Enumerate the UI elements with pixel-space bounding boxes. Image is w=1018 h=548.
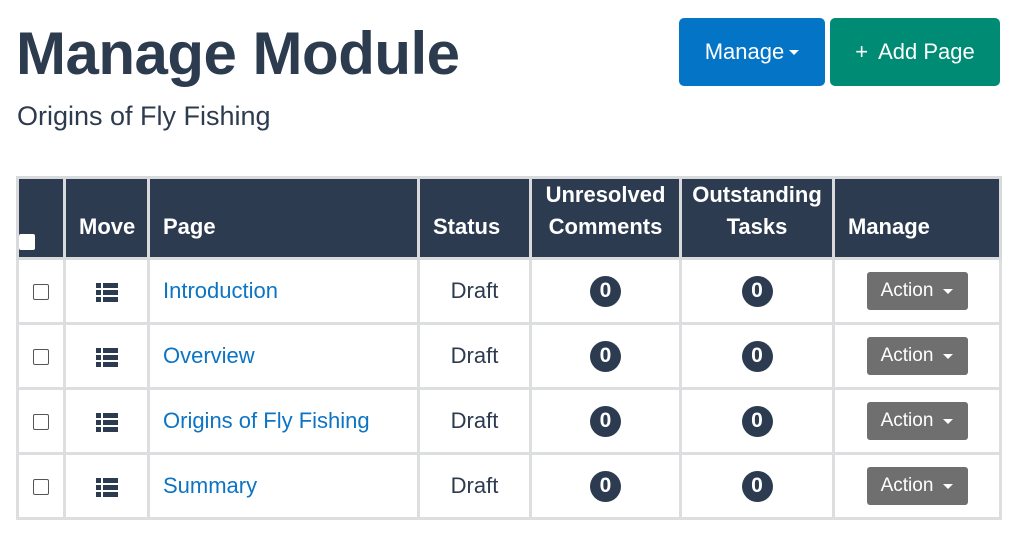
column-header-move: Move xyxy=(63,176,150,260)
move-handle[interactable] xyxy=(63,322,150,390)
manage-cell: Action xyxy=(832,452,1002,520)
add-page-label: Add Page xyxy=(878,39,975,64)
row-checkbox[interactable] xyxy=(33,284,49,301)
manage-cell: Action xyxy=(832,322,1002,390)
page-link[interactable]: Overview xyxy=(163,343,255,368)
page-cell: Origins of Fly Fishing xyxy=(147,387,420,455)
header-line: Tasks xyxy=(726,214,788,239)
unresolved-comments-cell: 0 xyxy=(529,452,682,520)
table-row: Introduction Draft 0 0 Action xyxy=(16,257,1002,325)
page-cell: Introduction xyxy=(147,257,420,325)
outstanding-tasks-badge: 0 xyxy=(741,275,773,307)
move-handle[interactable] xyxy=(63,452,150,520)
page-cell: Overview xyxy=(147,322,420,390)
outstanding-tasks-badge: 0 xyxy=(741,470,773,502)
unresolved-comments-cell: 0 xyxy=(529,387,682,455)
page-title: Manage Module xyxy=(16,20,460,87)
status-cell: Draft xyxy=(417,322,532,390)
list-icon xyxy=(95,347,118,367)
unresolved-comments-badge: 0 xyxy=(590,405,621,437)
add-page-button[interactable]: + Add Page xyxy=(830,18,1000,86)
module-subtitle: Origins of Fly Fishing xyxy=(17,101,271,131)
action-label: Action xyxy=(880,345,934,366)
outstanding-tasks-cell: 0 xyxy=(679,257,835,325)
page-link[interactable]: Summary xyxy=(163,473,257,498)
table-row: Origins of Fly Fishing Draft 0 0 Action xyxy=(16,387,1002,455)
unresolved-comments-badge: 0 xyxy=(590,340,621,372)
manage-module-page: Manage Module Origins of Fly Fishing Man… xyxy=(0,0,1018,548)
list-icon xyxy=(95,477,118,497)
table-header-row: Move Page Status Unresolved Comments Out… xyxy=(16,176,1002,260)
action-label: Action xyxy=(880,410,934,431)
select-all-checkbox[interactable] xyxy=(19,234,35,251)
action-label: Action xyxy=(880,475,934,496)
page-link[interactable]: Introduction xyxy=(163,278,278,303)
action-dropdown-button[interactable]: Action xyxy=(866,467,968,505)
manage-button-label: Manage xyxy=(704,39,785,64)
manage-dropdown-button[interactable]: Manage xyxy=(679,18,825,86)
unresolved-comments-cell: 0 xyxy=(529,257,682,325)
row-checkbox[interactable] xyxy=(33,414,49,431)
caret-down-icon xyxy=(943,483,954,489)
column-header-unresolved-comments: Unresolved Comments xyxy=(529,176,682,260)
caret-down-icon xyxy=(943,288,954,294)
list-icon xyxy=(95,412,118,432)
row-select-cell xyxy=(16,452,66,520)
outstanding-tasks-badge: 0 xyxy=(741,340,773,372)
row-select-cell xyxy=(16,322,66,390)
outstanding-tasks-cell: 0 xyxy=(679,322,835,390)
header-line: Outstanding xyxy=(692,182,822,207)
row-checkbox[interactable] xyxy=(33,479,49,496)
caret-down-icon xyxy=(943,353,954,359)
outstanding-tasks-cell: 0 xyxy=(679,452,835,520)
select-all-header xyxy=(16,176,66,260)
column-header-status: Status xyxy=(417,176,532,260)
column-header-page: Page xyxy=(147,176,420,260)
unresolved-comments-badge: 0 xyxy=(590,275,621,307)
pages-table: Move Page Status Unresolved Comments Out… xyxy=(16,176,1002,520)
header-line: Comments xyxy=(548,214,663,239)
status-cell: Draft xyxy=(417,257,532,325)
manage-cell: Action xyxy=(832,387,1002,455)
row-select-cell xyxy=(16,387,66,455)
caret-down-icon xyxy=(943,418,954,424)
row-select-cell xyxy=(16,257,66,325)
unresolved-comments-cell: 0 xyxy=(529,322,682,390)
list-icon xyxy=(95,282,118,302)
column-header-outstanding-tasks: Outstanding Tasks xyxy=(679,176,835,260)
column-header-manage: Manage xyxy=(832,176,1002,260)
row-checkbox[interactable] xyxy=(33,349,49,366)
unresolved-comments-badge: 0 xyxy=(590,470,621,502)
plus-icon: + xyxy=(855,39,869,64)
action-dropdown-button[interactable]: Action xyxy=(866,402,968,440)
table-row: Overview Draft 0 0 Action xyxy=(16,322,1002,390)
page-link[interactable]: Origins of Fly Fishing xyxy=(163,408,370,433)
move-handle[interactable] xyxy=(63,387,150,455)
action-dropdown-button[interactable]: Action xyxy=(866,337,968,375)
status-cell: Draft xyxy=(417,452,532,520)
manage-cell: Action xyxy=(832,257,1002,325)
move-handle[interactable] xyxy=(63,257,150,325)
outstanding-tasks-cell: 0 xyxy=(679,387,835,455)
status-cell: Draft xyxy=(417,387,532,455)
action-label: Action xyxy=(880,280,934,301)
action-dropdown-button[interactable]: Action xyxy=(866,272,968,310)
header-line: Unresolved xyxy=(545,182,666,207)
page-cell: Summary xyxy=(147,452,420,520)
table-row: Summary Draft 0 0 Action xyxy=(16,452,1002,520)
outstanding-tasks-badge: 0 xyxy=(741,405,773,437)
caret-down-icon xyxy=(789,49,800,55)
